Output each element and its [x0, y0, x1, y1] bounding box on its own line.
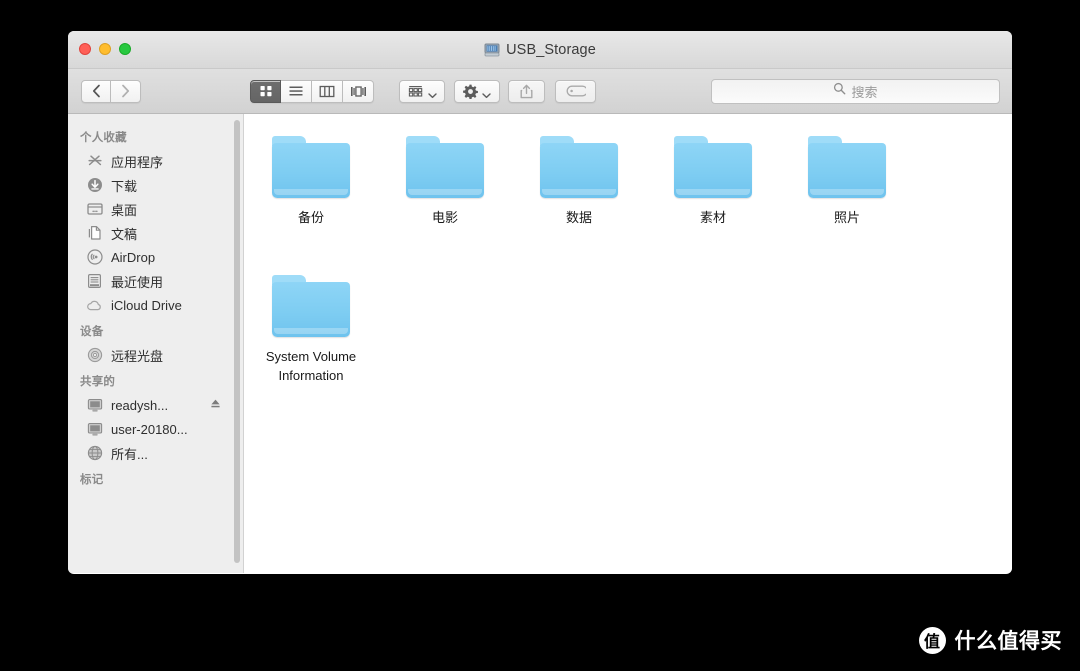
arrange-button[interactable] [399, 79, 445, 103]
sidebar-section-shared-header: 共享的 [80, 376, 116, 388]
network-globe-icon [86, 445, 103, 462]
tag-button[interactable] [555, 79, 596, 103]
airdrop-icon [86, 249, 103, 266]
sidebar-item-label: user-20180... [111, 421, 188, 437]
sidebar-scrollbar[interactable] [234, 120, 240, 563]
computer-icon [86, 421, 103, 438]
file-name: 素材 [699, 210, 726, 225]
chevron-down-icon [427, 87, 437, 98]
sidebar-item-label: 最近使用 [111, 274, 164, 290]
sidebar-item-user-2018[interactable]: user-20180... [68, 417, 243, 441]
folder-icon [272, 275, 350, 337]
file-browser-content[interactable]: 备份 电影 数据 素材 照片 System Volume Information [244, 114, 1012, 573]
sidebar-item-label: 远程光盘 [111, 348, 164, 364]
file-name: 照片 [833, 210, 860, 225]
action-menu-button[interactable] [454, 79, 500, 103]
file-item[interactable]: 照片 [780, 130, 914, 269]
share-button[interactable] [508, 79, 545, 103]
icon-grid: 备份 电影 数据 素材 照片 System Volume Information [244, 130, 1012, 408]
desktop-icon [86, 201, 103, 218]
watermark-text: 什么值得买 [954, 630, 1062, 653]
finder-window: USB_Storage 搜索 个人收藏 应用程序 下载 桌面 文稿 AirDro… [68, 31, 1012, 574]
sidebar-item-label: 应用程序 [111, 154, 164, 170]
column-view-button[interactable] [312, 79, 343, 103]
sidebar-item-label: 文稿 [111, 226, 138, 242]
search-field[interactable]: 搜索 [711, 78, 1000, 104]
window-titlebar: USB_Storage [68, 31, 1012, 69]
chevron-down-icon [482, 87, 491, 98]
computer-icon [86, 397, 103, 414]
view-mode-buttons [250, 79, 374, 103]
forward-button[interactable] [111, 79, 141, 103]
file-item[interactable]: System Volume Information [244, 269, 378, 408]
file-item[interactable]: 素材 [646, 130, 780, 269]
sidebar-item-icloud-drive[interactable]: iCloud Drive [68, 293, 243, 317]
list-view-button[interactable] [281, 79, 312, 103]
sidebar-item-readyshare[interactable]: readysh... [68, 393, 243, 417]
applications-icon [86, 153, 103, 170]
eject-icon[interactable] [210, 398, 221, 412]
folder-icon [406, 136, 484, 198]
finder-toolbar: 搜索 [68, 69, 1012, 114]
disc-icon [86, 347, 103, 364]
sidebar-item-label: iCloud Drive [111, 297, 182, 313]
sidebar-item-documents[interactable]: 文稿 [68, 221, 243, 245]
folder-icon [540, 136, 618, 198]
sidebar-item-label: 桌面 [111, 202, 138, 218]
sidebar: 个人收藏 应用程序 下载 桌面 文稿 AirDrop 最近使用 iCloud D… [68, 114, 244, 573]
window-body: 个人收藏 应用程序 下载 桌面 文稿 AirDrop 最近使用 iCloud D… [68, 114, 1012, 573]
search-icon [833, 82, 846, 100]
sidebar-item-airdrop[interactable]: AirDrop [68, 245, 243, 269]
sidebar-section-devices-header: 设备 [80, 326, 104, 338]
file-name: 数据 [565, 210, 592, 225]
window-title: USB_Storage [68, 31, 1012, 69]
sidebar-item-remote-disc[interactable]: 远程光盘 [68, 343, 243, 367]
icloud-icon [86, 297, 103, 314]
folder-icon [674, 136, 752, 198]
sidebar-item-label: AirDrop [111, 249, 156, 265]
downloads-icon [86, 177, 103, 194]
file-name: 备份 [297, 210, 324, 225]
sidebar-item-recents[interactable]: 最近使用 [68, 269, 243, 293]
file-item[interactable]: 电影 [378, 130, 512, 269]
screen: USB_Storage 搜索 个人收藏 应用程序 下载 桌面 文稿 AirDro… [0, 0, 1080, 671]
navigation-buttons [81, 79, 141, 103]
file-name: System Volume Information [265, 349, 357, 383]
recents-icon [86, 273, 103, 290]
back-button[interactable] [81, 79, 111, 103]
window-title-text: USB_Storage [506, 42, 596, 58]
file-name: 电影 [431, 210, 458, 225]
watermark-logo-icon: 值 [918, 626, 946, 654]
sidebar-item-desktop[interactable]: 桌面 [68, 197, 243, 221]
sidebar-item-label: readysh... [111, 397, 169, 413]
sidebar-item-label: 所有... [111, 446, 148, 462]
folder-icon [808, 136, 886, 198]
file-item[interactable]: 备份 [244, 130, 378, 269]
sidebar-item-applications[interactable]: 应用程序 [68, 149, 243, 173]
folder-icon [272, 136, 350, 198]
gallery-view-button[interactable] [343, 79, 374, 103]
sidebar-item-all-network[interactable]: 所有... [68, 441, 243, 465]
watermark: 值 什么值得买 [918, 625, 1063, 655]
icon-view-button[interactable] [250, 79, 281, 103]
sidebar-item-label: 下载 [111, 178, 138, 194]
documents-icon [86, 225, 103, 242]
file-item[interactable]: 数据 [512, 130, 646, 269]
search-input[interactable]: 搜索 [851, 82, 877, 101]
sidebar-section-tags-header: 标记 [80, 474, 104, 486]
sidebar-item-downloads[interactable]: 下载 [68, 173, 243, 197]
sidebar-section-favorites-header: 个人收藏 [80, 132, 127, 144]
hard-drive-icon [484, 43, 500, 57]
